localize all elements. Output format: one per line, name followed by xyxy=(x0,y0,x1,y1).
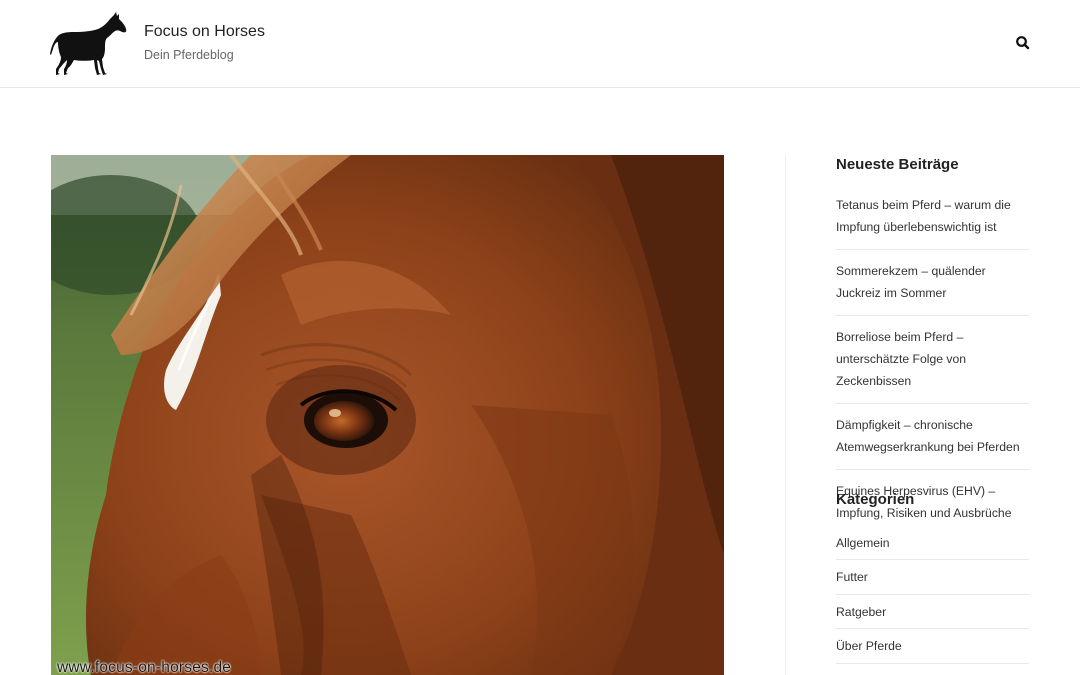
site-tagline: Dein Pferdeblog xyxy=(144,48,234,62)
sidebar-divider xyxy=(785,155,786,675)
category-link[interactable]: Über Pferde xyxy=(836,635,1029,657)
site-logo[interactable] xyxy=(50,11,128,77)
horse-photo xyxy=(51,155,724,675)
list-item: Tetanus beim Pferd – warum die Impfung ü… xyxy=(836,194,1029,250)
categories-list: Allgemein Futter Ratgeber Über Pferde xyxy=(836,529,1029,664)
list-item: Über Pferde xyxy=(836,629,1029,664)
list-item: Futter xyxy=(836,560,1029,595)
image-watermark: www.focus-on-horses.de xyxy=(57,659,232,675)
recent-posts-widget: Neueste Beiträge Tetanus beim Pferd – wa… xyxy=(836,155,1029,520)
site-header: Focus on Horses Dein Pferdeblog xyxy=(0,0,1080,88)
list-item: Borreliose beim Pferd – unterschätzte Fo… xyxy=(836,316,1029,404)
recent-posts-title: Neueste Beiträge xyxy=(836,156,959,173)
recent-post-link[interactable]: Tetanus beim Pferd – warum die Impfung ü… xyxy=(836,194,1029,238)
recent-post-link[interactable]: Sommerekzem – quälender Juckreiz im Somm… xyxy=(836,260,1029,304)
recent-post-link[interactable]: Dämpfigkeit – chronische Atemwegserkrank… xyxy=(836,414,1029,458)
list-item: Sommerekzem – quälender Juckreiz im Somm… xyxy=(836,250,1029,316)
category-link[interactable]: Allgemein xyxy=(836,532,1029,554)
category-link[interactable]: Futter xyxy=(836,566,1029,588)
search-button[interactable] xyxy=(1013,33,1033,53)
recent-post-link[interactable]: Borreliose beim Pferd – unterschätzte Fo… xyxy=(836,326,1029,392)
list-item: Ratgeber xyxy=(836,595,1029,629)
recent-posts-list: Tetanus beim Pferd – warum die Impfung ü… xyxy=(836,194,1029,535)
horse-silhouette-icon xyxy=(50,12,127,75)
featured-image[interactable]: www.focus-on-horses.de xyxy=(51,155,724,675)
list-item: Allgemein xyxy=(836,529,1029,560)
category-link[interactable]: Ratgeber xyxy=(836,601,1029,623)
sidebar: Neueste Beiträge Tetanus beim Pferd – wa… xyxy=(836,155,1029,664)
list-item: Dämpfigkeit – chronische Atemwegserkrank… xyxy=(836,404,1029,470)
site-title[interactable]: Focus on Horses xyxy=(144,23,265,41)
search-icon xyxy=(1016,36,1030,50)
